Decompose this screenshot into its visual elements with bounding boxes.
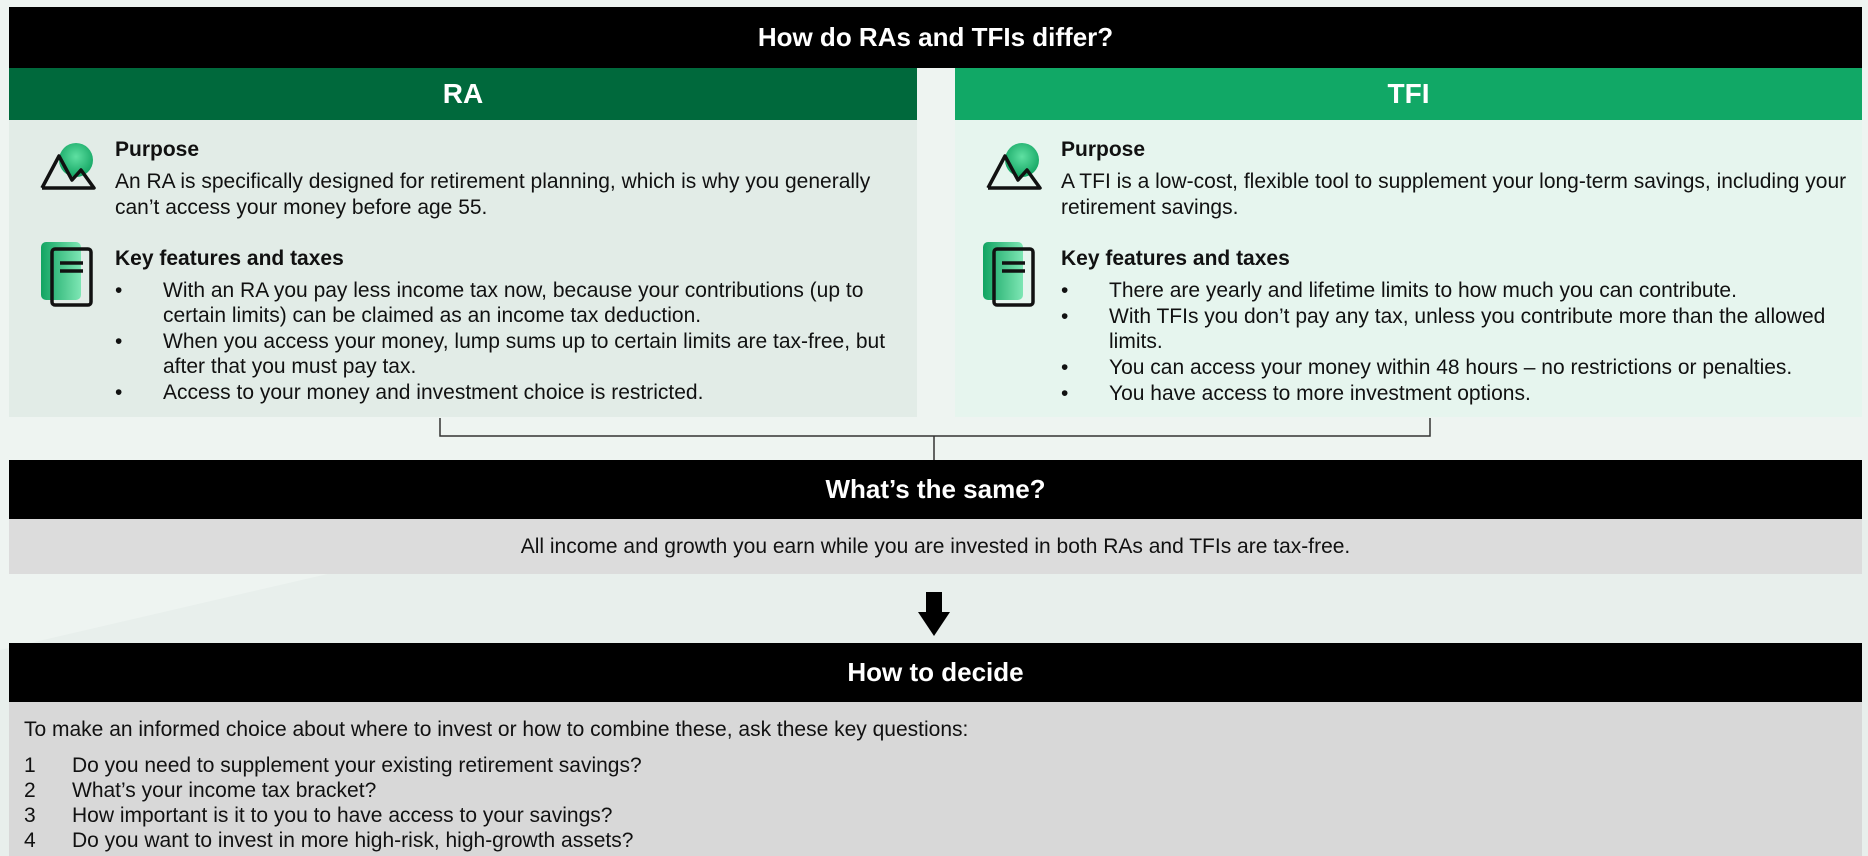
decide-title-bar: How to decide bbox=[9, 643, 1862, 702]
question-text: Do you need to supplement your existing … bbox=[72, 754, 642, 777]
list-item: 2 What’s your income tax bracket? bbox=[24, 778, 642, 803]
same-title-bar: What’s the same? bbox=[9, 460, 1862, 519]
list-item: 4 Do you want to invest in more high-risk… bbox=[24, 828, 642, 853]
same-panel: All income and growth you earn while you… bbox=[9, 519, 1862, 574]
question-number: 3 bbox=[24, 804, 36, 827]
list-item: 3 How important is it to you to have acce… bbox=[24, 803, 642, 828]
same-title: What’s the same? bbox=[825, 474, 1046, 504]
questions-list: 1 Do you need to supplement your existing… bbox=[24, 753, 642, 853]
decide-panel: To make an informed choice about where t… bbox=[9, 702, 1862, 856]
question-text: How important is it to you to have acces… bbox=[72, 804, 613, 827]
question-number: 4 bbox=[24, 829, 36, 852]
same-text: All income and growth you earn while you… bbox=[520, 534, 1351, 558]
question-number: 2 bbox=[24, 779, 36, 802]
list-item: 1 Do you need to supplement your existing… bbox=[24, 753, 642, 778]
arrow-down-icon bbox=[918, 592, 950, 636]
question-text: What’s your income tax bracket? bbox=[72, 779, 377, 802]
decide-title: How to decide bbox=[847, 657, 1024, 687]
decide-intro: To make an informed choice about where t… bbox=[24, 718, 969, 741]
question-number: 1 bbox=[24, 754, 36, 777]
question-text: Do you want to invest in more high-risk,… bbox=[72, 829, 634, 852]
